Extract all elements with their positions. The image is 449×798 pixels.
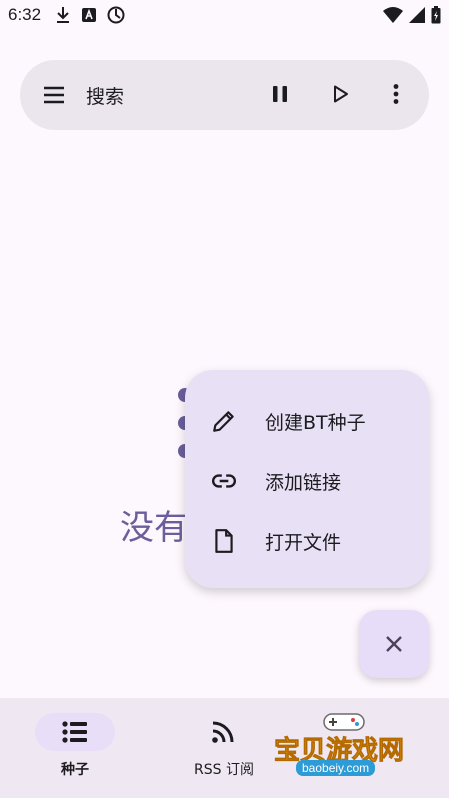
battery-icon	[431, 6, 441, 24]
rss-icon	[212, 721, 234, 743]
gamepad-icon	[323, 713, 365, 731]
download-icon	[57, 7, 70, 23]
more-options-icon[interactable]	[384, 82, 408, 106]
empty-state-text: 没有	[120, 508, 188, 548]
signal-icon	[409, 7, 425, 23]
nav-label-rss: RSS 订阅	[194, 762, 254, 778]
file-icon	[215, 529, 233, 553]
open-file-item[interactable]: 打开文件	[185, 510, 429, 570]
add-link-label: 添加链接	[265, 472, 342, 494]
data-saver-icon	[107, 6, 125, 24]
font-icon	[82, 8, 97, 22]
close-icon	[386, 636, 402, 652]
create-torrent-item[interactable]: 创建BT种子	[185, 390, 429, 450]
wifi-icon	[383, 7, 403, 23]
watermark-logo: 宝贝游戏网 baobeiy.com	[270, 710, 420, 790]
add-torrent-menu: 创建BT种子 添加链接 打开文件	[185, 370, 429, 588]
list-icon	[62, 721, 87, 743]
pencil-icon	[213, 411, 234, 432]
resume-all-button[interactable]	[328, 82, 352, 106]
status-bar: 6:32	[0, 0, 449, 30]
status-time: 6:32	[8, 5, 42, 24]
add-link-item[interactable]: 添加链接	[185, 450, 429, 510]
nav-item-torrents[interactable]: 种子	[15, 698, 135, 798]
menu-icon[interactable]	[42, 83, 66, 107]
close-menu-button[interactable]	[359, 610, 429, 678]
pause-all-button[interactable]	[268, 82, 292, 106]
link-icon	[212, 474, 236, 488]
create-torrent-label: 创建BT种子	[265, 412, 366, 434]
open-file-label: 打开文件	[265, 532, 342, 554]
search-input[interactable]: 搜索	[86, 82, 124, 109]
nav-item-rss[interactable]: RSS 订阅	[164, 698, 284, 798]
nav-label-torrents: 种子	[61, 762, 89, 778]
search-bar[interactable]: 搜索	[20, 60, 429, 130]
watermark-url: baobeiy.com	[296, 760, 376, 776]
